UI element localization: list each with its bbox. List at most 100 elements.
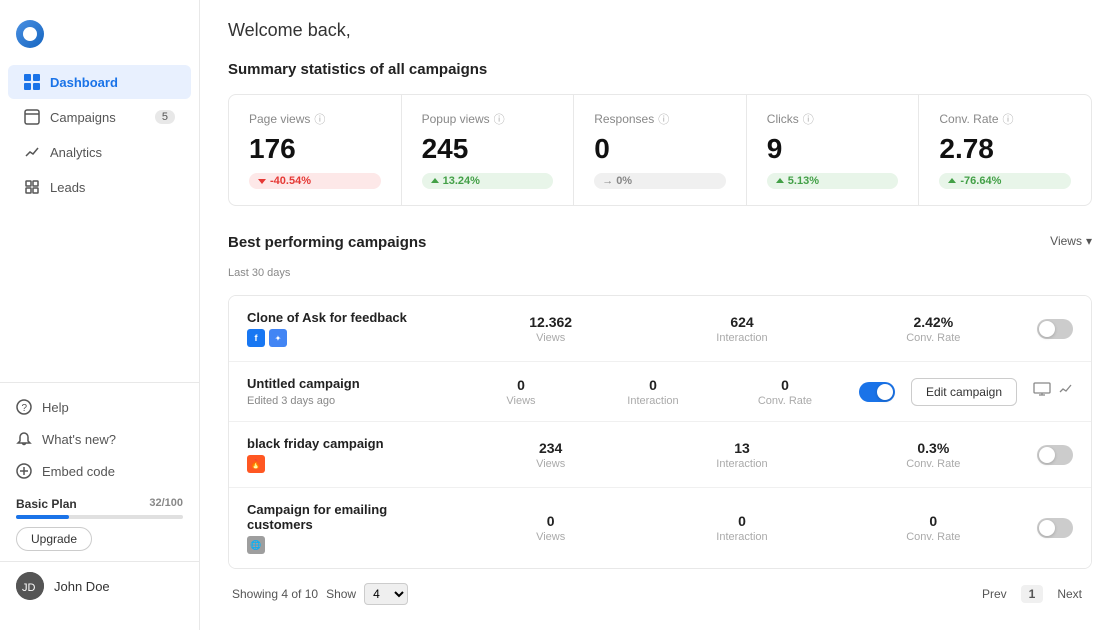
- popup-views-info-icon[interactable]: ⓘ: [494, 111, 505, 127]
- responses-info-icon[interactable]: ⓘ: [658, 111, 669, 127]
- views-group: 234 Views: [463, 440, 638, 470]
- sidebar-item-campaigns[interactable]: Campaigns 5: [8, 100, 191, 134]
- interaction-group: 13 Interaction: [654, 440, 829, 470]
- popup-views-change: 13.24%: [422, 173, 554, 189]
- campaign-toggle[interactable]: [1037, 518, 1073, 538]
- table-row: Untitled campaign Edited 3 days ago 0 Vi…: [229, 362, 1091, 422]
- sidebar-item-dashboard[interactable]: Dashboard: [8, 65, 191, 99]
- best-campaigns-header: Best performing campaigns Last 30 days V…: [228, 234, 1092, 291]
- campaign-table: Clone of Ask for feedback f ✦ 12.362 Vie…: [228, 295, 1092, 569]
- campaign-name: Clone of Ask for feedback: [247, 310, 447, 325]
- edit-campaign-button[interactable]: Edit campaign: [911, 378, 1017, 406]
- conv-rate-group: 0 Conv. Rate: [846, 513, 1021, 543]
- sidebar-item-label: Dashboard: [50, 75, 118, 90]
- views-group: 0 Views: [463, 513, 638, 543]
- campaign-toggle[interactable]: [1037, 319, 1073, 339]
- campaign-info: Campaign for emailing customers 🌐: [247, 502, 447, 554]
- responses-value: 0: [594, 133, 726, 165]
- chevron-down-icon: ▾: [1086, 234, 1092, 248]
- sidebar-item-leads[interactable]: Leads: [8, 170, 191, 204]
- page-views-value: 176: [249, 133, 381, 165]
- stat-clicks: Clicks ⓘ 9 5.13%: [747, 95, 920, 205]
- whats-new-item[interactable]: What's new?: [0, 423, 199, 455]
- interaction-group: 0 Interaction: [654, 513, 829, 543]
- sidebar-item-label: Analytics: [50, 145, 102, 160]
- svg-text:?: ?: [22, 403, 28, 414]
- clicks-change: 5.13%: [767, 173, 899, 189]
- pagination-row: Showing 4 of 10 Show 4 10 25 Prev 1 Next: [228, 569, 1092, 609]
- fire-icon: 🔥: [247, 455, 265, 473]
- help-icon: ?: [16, 399, 32, 415]
- show-select: Showing 4 of 10 Show 4 10 25: [232, 583, 408, 605]
- embed-icon: [16, 463, 32, 479]
- sidebar-item-label: Campaigns: [50, 110, 116, 125]
- sidebar-item-analytics[interactable]: Analytics: [8, 135, 191, 169]
- stats-section-title: Summary statistics of all campaigns: [228, 61, 1092, 78]
- plan-count: 32/100: [149, 497, 183, 511]
- plan-section: Basic Plan 32/100 Upgrade: [0, 487, 199, 561]
- conv-rate-info-icon[interactable]: ⓘ: [1003, 111, 1014, 127]
- plan-label: Basic Plan: [16, 497, 77, 511]
- action-icons: [1033, 382, 1073, 401]
- campaign-icons: 🔥: [247, 455, 447, 473]
- user-name: John Doe: [54, 579, 110, 594]
- campaign-name: Untitled campaign: [247, 376, 447, 391]
- interaction-group: 624 Interaction: [654, 314, 829, 344]
- logo: [0, 12, 199, 64]
- analytics-mini-icon[interactable]: [1059, 382, 1073, 401]
- campaign-icons: f ✦: [247, 329, 447, 347]
- conv-rate-change: -76.64%: [939, 173, 1071, 189]
- facebook-icon: f: [247, 329, 265, 347]
- showing-text: Showing 4 of 10: [232, 587, 318, 601]
- clicks-value: 9: [767, 133, 899, 165]
- views-group: 12.362 Views: [463, 314, 638, 344]
- campaign-toggle[interactable]: [1037, 445, 1073, 465]
- best-campaigns-subtitle: Last 30 days: [228, 267, 426, 279]
- responses-change: → 0%: [594, 173, 726, 189]
- embed-code-item[interactable]: Embed code: [0, 455, 199, 487]
- help-item[interactable]: ? Help: [0, 391, 199, 423]
- logo-icon: [16, 20, 44, 48]
- plan-progress-fill: [16, 515, 69, 519]
- bell-icon: [16, 431, 32, 447]
- conv-rate-group: 2.42% Conv. Rate: [846, 314, 1021, 344]
- campaign-toggle[interactable]: [859, 382, 895, 402]
- campaign-info: Clone of Ask for feedback f ✦: [247, 310, 447, 347]
- globe-icon: 🌐: [247, 536, 265, 554]
- clicks-info-icon[interactable]: ⓘ: [803, 111, 814, 127]
- stat-responses: Responses ⓘ 0 → 0%: [574, 95, 747, 205]
- user-section: JD John Doe: [0, 561, 199, 610]
- best-campaigns-title: Best performing campaigns: [228, 234, 426, 251]
- leads-icon: [24, 179, 40, 195]
- campaign-name: black friday campaign: [247, 436, 447, 451]
- campaign-sub: Edited 3 days ago: [247, 395, 447, 407]
- page-nav: Prev 1 Next: [976, 585, 1088, 603]
- page-views-info-icon[interactable]: ⓘ: [314, 111, 325, 127]
- campaign-info: black friday campaign 🔥: [247, 436, 447, 473]
- desktop-icon[interactable]: [1033, 382, 1051, 401]
- page-views-change: -40.54%: [249, 173, 381, 189]
- main-content: Welcome back, Summary statistics of all …: [200, 0, 1120, 630]
- prev-button[interactable]: Prev: [976, 585, 1013, 603]
- stat-popup-views: Popup views ⓘ 245 13.24%: [402, 95, 575, 205]
- avatar: JD: [16, 572, 44, 600]
- stat-conv-rate: Conv. Rate ⓘ 2.78 -76.64%: [919, 95, 1091, 205]
- show-number-select[interactable]: 4 10 25: [364, 583, 408, 605]
- conv-rate-value: 2.78: [939, 133, 1071, 165]
- google-ads-icon: ✦: [269, 329, 287, 347]
- stat-page-views: Page views ⓘ 176 -40.54%: [229, 95, 402, 205]
- welcome-text: Welcome back,: [228, 20, 1092, 41]
- sidebar-nav: Dashboard Campaigns 5 Analytics: [0, 64, 199, 374]
- stats-row: Page views ⓘ 176 -40.54% Popup views ⓘ 2…: [228, 94, 1092, 206]
- conv-rate-group: 0.3% Conv. Rate: [846, 440, 1021, 470]
- campaigns-badge: 5: [155, 110, 175, 124]
- next-button[interactable]: Next: [1051, 585, 1088, 603]
- interaction-group: 0 Interaction: [595, 377, 711, 407]
- campaigns-icon: [24, 109, 40, 125]
- sidebar: Dashboard Campaigns 5 Analytics: [0, 0, 200, 630]
- sidebar-item-label: Leads: [50, 180, 85, 195]
- dashboard-icon: [24, 74, 40, 90]
- svg-text:JD: JD: [22, 582, 36, 594]
- upgrade-button[interactable]: Upgrade: [16, 527, 92, 551]
- views-dropdown[interactable]: Views ▾: [1050, 234, 1092, 248]
